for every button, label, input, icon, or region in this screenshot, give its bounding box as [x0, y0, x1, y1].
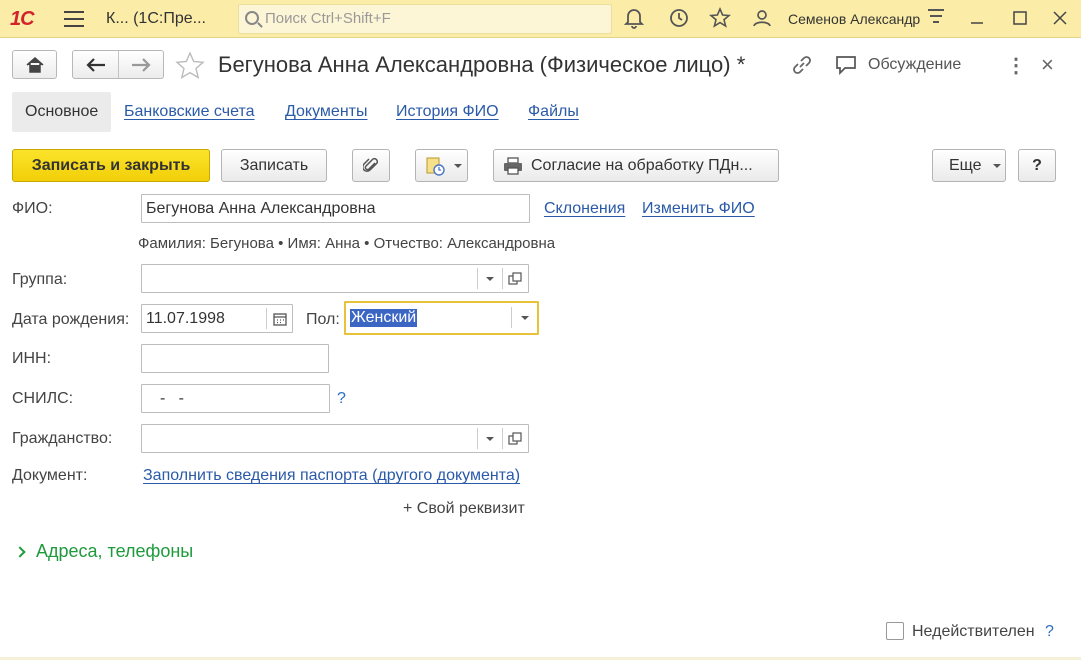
- fio-label: ФИО:: [12, 200, 53, 217]
- group-label: Группа:: [12, 271, 68, 288]
- invalid-checkbox[interactable]: [886, 622, 904, 640]
- chevron-down-icon: [454, 164, 462, 168]
- chevron-down-icon[interactable]: [486, 277, 494, 281]
- history-icon[interactable]: [667, 7, 691, 31]
- search-box[interactable]: [238, 4, 612, 34]
- citizenship-label: Гражданство:: [12, 430, 113, 447]
- user-icon[interactable]: [750, 7, 774, 31]
- consent-pdn-button[interactable]: Согласие на обработку ПДн...: [493, 149, 779, 182]
- help-button[interactable]: ?: [1018, 149, 1056, 182]
- favorite-star-icon[interactable]: [175, 51, 205, 79]
- invalid-help-icon[interactable]: ?: [1045, 623, 1054, 641]
- chevron-right-icon: [14, 546, 26, 558]
- bell-icon[interactable]: [622, 7, 646, 31]
- save-button[interactable]: Записать: [221, 149, 327, 182]
- home-icon: [26, 57, 44, 73]
- birth-date-field[interactable]: 11.07.1998: [141, 304, 293, 333]
- close-window-icon[interactable]: [1048, 7, 1072, 31]
- search-icon: [245, 11, 259, 25]
- birth-date-value: 11.07.1998: [146, 310, 225, 327]
- fill-passport-link[interactable]: Заполнить сведения паспорта (другого док…: [143, 467, 520, 485]
- tab-main[interactable]: Основное: [12, 92, 112, 132]
- fio-parts-text: Фамилия: Бегунова • Имя: Анна • Отчество…: [138, 235, 556, 252]
- inn-label: ИНН:: [12, 350, 52, 367]
- open-icon[interactable]: [508, 432, 522, 446]
- more-label: Еще: [949, 157, 982, 174]
- declensions-link[interactable]: Склонения: [544, 200, 625, 218]
- group-field[interactable]: [141, 264, 529, 293]
- open-icon[interactable]: [508, 272, 522, 286]
- snils-label: СНИЛС:: [12, 390, 74, 407]
- addresses-section-toggle[interactable]: Адреса, телефоны: [14, 541, 194, 562]
- discussion-button[interactable]: Обсуждение: [868, 56, 961, 74]
- more-actions-icon[interactable]: ⋮: [1006, 53, 1026, 78]
- gender-label: Пол:: [306, 311, 340, 328]
- snils-help-icon[interactable]: ?: [337, 390, 346, 408]
- tab-documents[interactable]: Документы: [285, 92, 367, 132]
- app-title[interactable]: К... (1С:Пре...: [106, 10, 206, 28]
- change-fio-link[interactable]: Изменить ФИО: [642, 200, 755, 218]
- attach-button[interactable]: [352, 149, 390, 182]
- printer-icon: [504, 157, 522, 175]
- link-icon[interactable]: [790, 54, 814, 76]
- discussion-icon[interactable]: [834, 54, 858, 76]
- minimize-icon[interactable]: [965, 7, 989, 31]
- calendar-icon[interactable]: [273, 312, 287, 326]
- tab-files[interactable]: Файлы: [528, 92, 579, 132]
- search-input[interactable]: [265, 10, 605, 27]
- save-and-close-button[interactable]: Записать и закрыть: [12, 149, 210, 182]
- page-title: Бегунова Анна Александровна (Физическое …: [218, 52, 746, 77]
- document-clock-icon: [426, 157, 445, 176]
- favorites-icon[interactable]: [708, 6, 732, 31]
- app-logo[interactable]: 1С: [10, 8, 35, 31]
- inn-field[interactable]: [141, 344, 329, 373]
- chevron-down-icon[interactable]: [521, 316, 529, 320]
- custom-attribute-button[interactable]: + Свой реквизит: [403, 500, 525, 518]
- fio-value: Бегунова Анна Александровна: [146, 200, 376, 217]
- top-bar: 1С К... (1С:Пре... Семенов Александр: [0, 0, 1081, 38]
- print-forms-button[interactable]: [415, 149, 468, 182]
- paperclip-icon: [363, 157, 379, 172]
- arrow-left-icon: [86, 58, 105, 72]
- menu-icon[interactable]: [64, 11, 84, 27]
- gender-value: Женский: [350, 309, 418, 327]
- fio-field[interactable]: Бегунова Анна Александровна: [141, 194, 530, 223]
- settings-menu-icon[interactable]: [924, 7, 948, 31]
- maximize-icon[interactable]: [1008, 7, 1032, 31]
- chevron-down-icon: [993, 164, 1001, 168]
- consent-pdn-label: Согласие на обработку ПДн...: [531, 157, 753, 174]
- user-name[interactable]: Семенов Александр: [788, 11, 920, 27]
- snils-value: - -: [160, 390, 184, 407]
- snils-field[interactable]: - -: [141, 384, 330, 413]
- gender-select[interactable]: Женский: [344, 301, 539, 335]
- close-form-icon[interactable]: ×: [1041, 52, 1054, 78]
- nav-buttons: [72, 50, 164, 79]
- tab-fio-history[interactable]: История ФИО: [396, 92, 499, 132]
- citizenship-field[interactable]: [141, 424, 529, 453]
- more-button[interactable]: Еще: [932, 149, 1006, 182]
- tab-bank-accounts[interactable]: Банковские счета: [124, 92, 254, 132]
- addresses-section-label: Адреса, телефоны: [36, 541, 194, 561]
- arrow-right-icon: [132, 58, 151, 72]
- home-button[interactable]: [12, 50, 57, 79]
- chevron-down-icon[interactable]: [486, 437, 494, 441]
- document-label: Документ:: [12, 467, 88, 484]
- back-button[interactable]: [73, 51, 119, 78]
- birth-date-label: Дата рождения:: [12, 311, 130, 328]
- forward-button[interactable]: [119, 51, 164, 78]
- invalid-label: Недействителен: [912, 623, 1035, 640]
